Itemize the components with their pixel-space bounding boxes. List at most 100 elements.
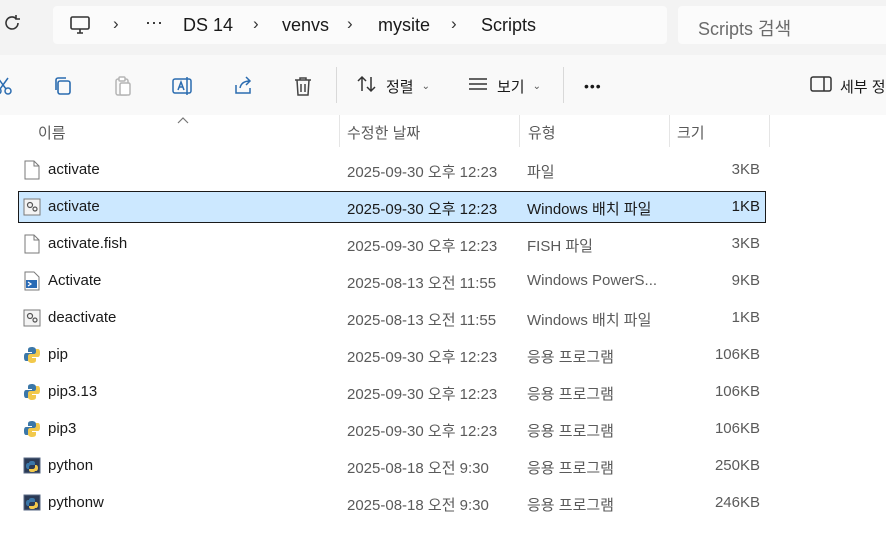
column-header-size[interactable]: 크기 <box>677 122 705 143</box>
python-window-icon <box>23 493 41 513</box>
file-name: activate <box>48 198 100 215</box>
file-date-modified: 2025-09-30 오후 12:23 <box>347 386 498 403</box>
file-size: 106KB <box>714 420 760 437</box>
file-name: python <box>48 457 94 474</box>
search-input[interactable]: Scripts 검색 <box>678 6 886 44</box>
toolbar-divider <box>336 67 337 103</box>
toolbar-divider <box>563 67 564 103</box>
column-divider[interactable] <box>339 115 340 147</box>
file-name: pip3.13 <box>48 383 98 400</box>
file-type: 응용 프로그램 <box>527 386 614 403</box>
file-size: 250KB <box>714 457 760 474</box>
breadcrumb-item-venvs[interactable]: venvs <box>282 15 329 36</box>
sort-icon <box>356 74 378 98</box>
this-pc-icon[interactable] <box>69 15 91 40</box>
view-label: 보기 <box>497 78 525 96</box>
file-name: deactivate <box>48 309 117 326</box>
file-date-modified: 2025-09-30 오후 12:23 <box>347 423 498 440</box>
copy-icon[interactable] <box>52 75 74 97</box>
python-exe-icon <box>23 382 41 402</box>
sort-ascending-icon <box>177 111 189 129</box>
file-name: pip <box>48 346 69 363</box>
file-name: activate.fish <box>48 235 128 252</box>
file-type: 응용 프로그램 <box>527 460 614 477</box>
blank-file-icon <box>23 234 41 254</box>
file-size: 106KB <box>714 346 760 363</box>
column-divider[interactable] <box>519 115 520 147</box>
details-pane-button[interactable]: 세부 정 <box>810 73 886 99</box>
file-size: 246KB <box>714 494 760 511</box>
cut-icon[interactable] <box>0 75 14 97</box>
file-type: Windows 배치 파일 <box>527 312 652 329</box>
file-type: 응용 프로그램 <box>527 497 614 514</box>
file-row[interactable]: pip3.13 2025-09-30 오후 12:23 응용 프로그램 106KB <box>19 377 765 407</box>
command-bar: 정렬 ⌄ 보기 ⌄ ••• 세부 정 <box>0 55 886 116</box>
file-type: 응용 프로그램 <box>527 423 614 440</box>
powershell-script-icon <box>23 271 41 291</box>
file-size: 106KB <box>714 383 760 400</box>
file-type: Windows 배치 파일 <box>527 201 652 218</box>
file-row[interactable]: pip 2025-09-30 오후 12:23 응용 프로그램 106KB <box>19 340 765 370</box>
batch-file-icon <box>23 308 41 328</box>
file-date-modified: 2025-09-30 오후 12:23 <box>347 349 498 366</box>
chevron-right-icon[interactable]: › <box>253 14 259 34</box>
chevron-right-icon[interactable]: › <box>113 14 119 34</box>
file-type: Windows PowerS... <box>527 272 658 289</box>
breadcrumb-more[interactable]: ··· <box>145 12 163 33</box>
file-date-modified: 2025-08-13 오전 11:55 <box>347 312 497 329</box>
file-type: FISH 파일 <box>527 238 593 255</box>
file-row[interactable]: pythonw 2025-08-18 오전 9:30 응용 프로그램 246KB <box>19 488 765 518</box>
column-header-type[interactable]: 유형 <box>528 122 556 143</box>
file-date-modified: 2025-08-18 오전 9:30 <box>347 460 489 477</box>
sort-button[interactable]: 정렬 ⌄ <box>356 73 430 99</box>
file-type: 파일 <box>527 164 555 181</box>
details-pane-icon <box>810 75 832 97</box>
file-row[interactable]: deactivate 2025-08-13 오전 11:55 Windows 배치 … <box>19 303 765 333</box>
file-name: pip3 <box>48 420 77 437</box>
share-icon[interactable] <box>232 75 254 97</box>
file-row[interactable]: activate.fish 2025-09-30 오후 12:23 FISH 파일 3… <box>19 229 765 259</box>
file-name: activate <box>48 161 100 178</box>
chevron-down-icon: ⌄ <box>421 80 430 92</box>
column-header-date[interactable]: 수정한 날짜 <box>347 122 420 143</box>
breadcrumb-item-ds14[interactable]: DS 14 <box>183 15 233 36</box>
file-date-modified: 2025-08-18 오전 9:30 <box>347 497 489 514</box>
file-size: 3KB <box>731 235 760 252</box>
file-row[interactable]: Activate 2025-08-13 오전 11:55 Windows Power… <box>19 266 765 296</box>
chevron-down-icon: ⌄ <box>532 80 541 92</box>
breadcrumb[interactable]: › ··· DS 14 › venvs › mysite › Scripts <box>53 6 667 44</box>
file-name: Activate <box>48 272 102 289</box>
file-row[interactable]: activate 2025-09-30 오후 12:23 Windows 배치 파일… <box>18 191 766 223</box>
file-name: pythonw <box>48 494 104 511</box>
rename-icon[interactable] <box>171 75 193 97</box>
paste-icon[interactable] <box>112 75 134 97</box>
column-divider[interactable] <box>669 115 670 147</box>
file-type: 응용 프로그램 <box>527 349 614 366</box>
address-bar-row: › ··· DS 14 › venvs › mysite › Scripts S… <box>0 0 886 55</box>
file-row[interactable]: pip3 2025-09-30 오후 12:23 응용 프로그램 106KB <box>19 414 765 444</box>
python-exe-icon <box>23 345 41 365</box>
file-size: 1KB <box>731 198 760 215</box>
file-date-modified: 2025-08-13 오전 11:55 <box>347 275 497 292</box>
delete-icon[interactable] <box>292 75 314 97</box>
file-row[interactable]: activate 2025-09-30 오후 12:23 파일 3KB <box>19 155 765 185</box>
python-exe-icon <box>23 419 41 439</box>
python-window-icon <box>23 456 41 476</box>
details-pane-label: 세부 정 <box>840 78 886 96</box>
file-size: 1KB <box>731 309 760 326</box>
file-date-modified: 2025-09-30 오후 12:23 <box>347 164 498 181</box>
search-placeholder: Scripts 검색 <box>698 19 792 39</box>
view-button[interactable]: 보기 ⌄ <box>467 73 541 99</box>
file-size: 3KB <box>731 161 760 178</box>
column-header-name[interactable]: 이름 <box>38 122 66 143</box>
chevron-right-icon[interactable]: › <box>347 14 353 34</box>
file-date-modified: 2025-09-30 오후 12:23 <box>347 238 498 255</box>
chevron-right-icon[interactable]: › <box>451 14 457 34</box>
column-divider[interactable] <box>769 115 770 147</box>
breadcrumb-item-scripts[interactable]: Scripts <box>481 15 536 36</box>
breadcrumb-item-mysite[interactable]: mysite <box>378 15 430 36</box>
file-row[interactable]: python 2025-08-18 오전 9:30 응용 프로그램 250KB <box>19 451 765 481</box>
refresh-icon[interactable] <box>4 13 22 38</box>
more-options-button[interactable]: ••• <box>584 73 602 99</box>
file-date-modified: 2025-09-30 오후 12:23 <box>347 201 498 218</box>
